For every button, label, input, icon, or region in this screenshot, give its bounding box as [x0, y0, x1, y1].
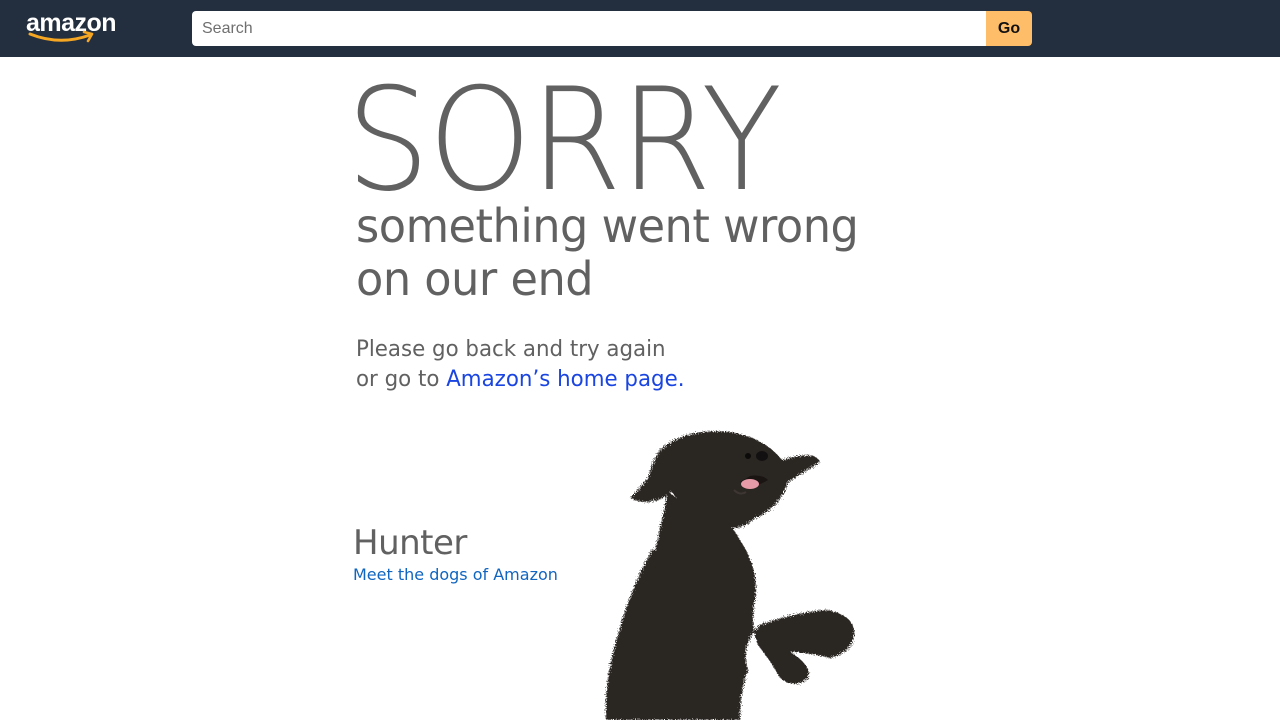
dog-photo: [605, 431, 855, 720]
home-page-link[interactable]: Amazon’s home page.: [446, 367, 684, 392]
go-button[interactable]: Go: [986, 11, 1032, 46]
top-navigation-bar: amazon Go: [0, 0, 1280, 57]
dog-name: Hunter: [353, 523, 467, 563]
smile-arrow-icon: [28, 30, 94, 43]
search-input[interactable]: [192, 11, 987, 46]
message-line-2: or go to Amazon’s home page.: [356, 365, 685, 395]
meet-the-dogs-link[interactable]: Meet the dogs of Amazon: [353, 565, 558, 585]
error-message: Please go back and try again or go to Am…: [356, 335, 685, 395]
error-subtitle: something went wrong on our end: [356, 199, 859, 306]
message-line-2-prefix: or go to: [356, 367, 447, 392]
message-line-1: Please go back and try again: [356, 337, 666, 362]
amazon-logo[interactable]: amazon: [26, 8, 126, 48]
sorry-heading: SORRY: [346, 58, 782, 223]
subtitle-line-2: on our end: [356, 252, 594, 306]
subtitle-line-1: something went wrong: [356, 199, 859, 253]
